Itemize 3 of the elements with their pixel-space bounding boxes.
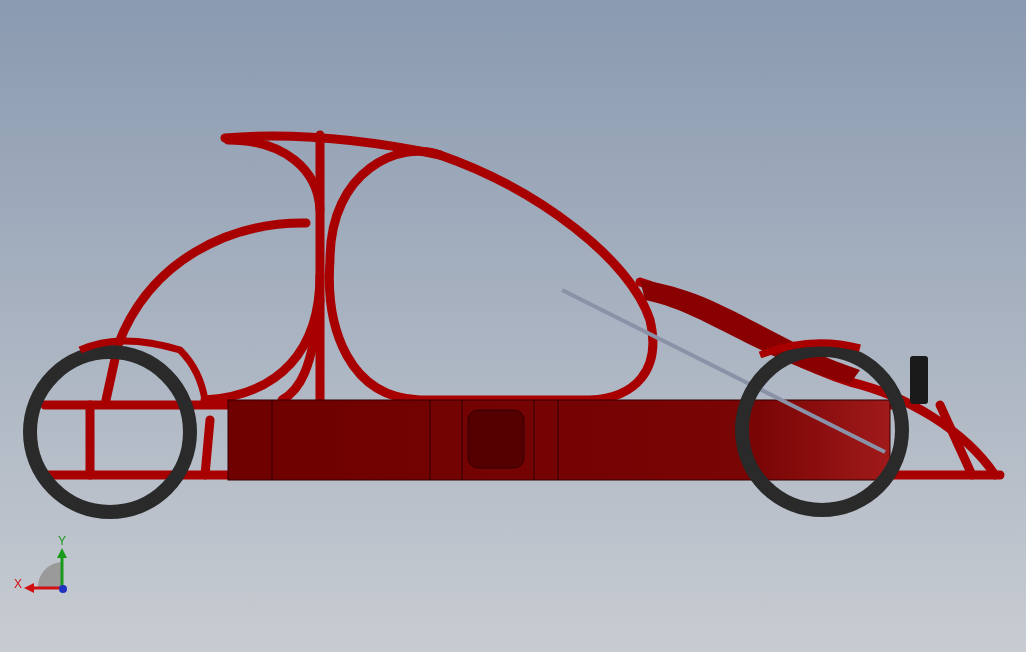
axis-triad-drawing xyxy=(24,548,67,593)
axis-label: Y xyxy=(58,534,66,548)
axis-label: X xyxy=(14,577,22,591)
